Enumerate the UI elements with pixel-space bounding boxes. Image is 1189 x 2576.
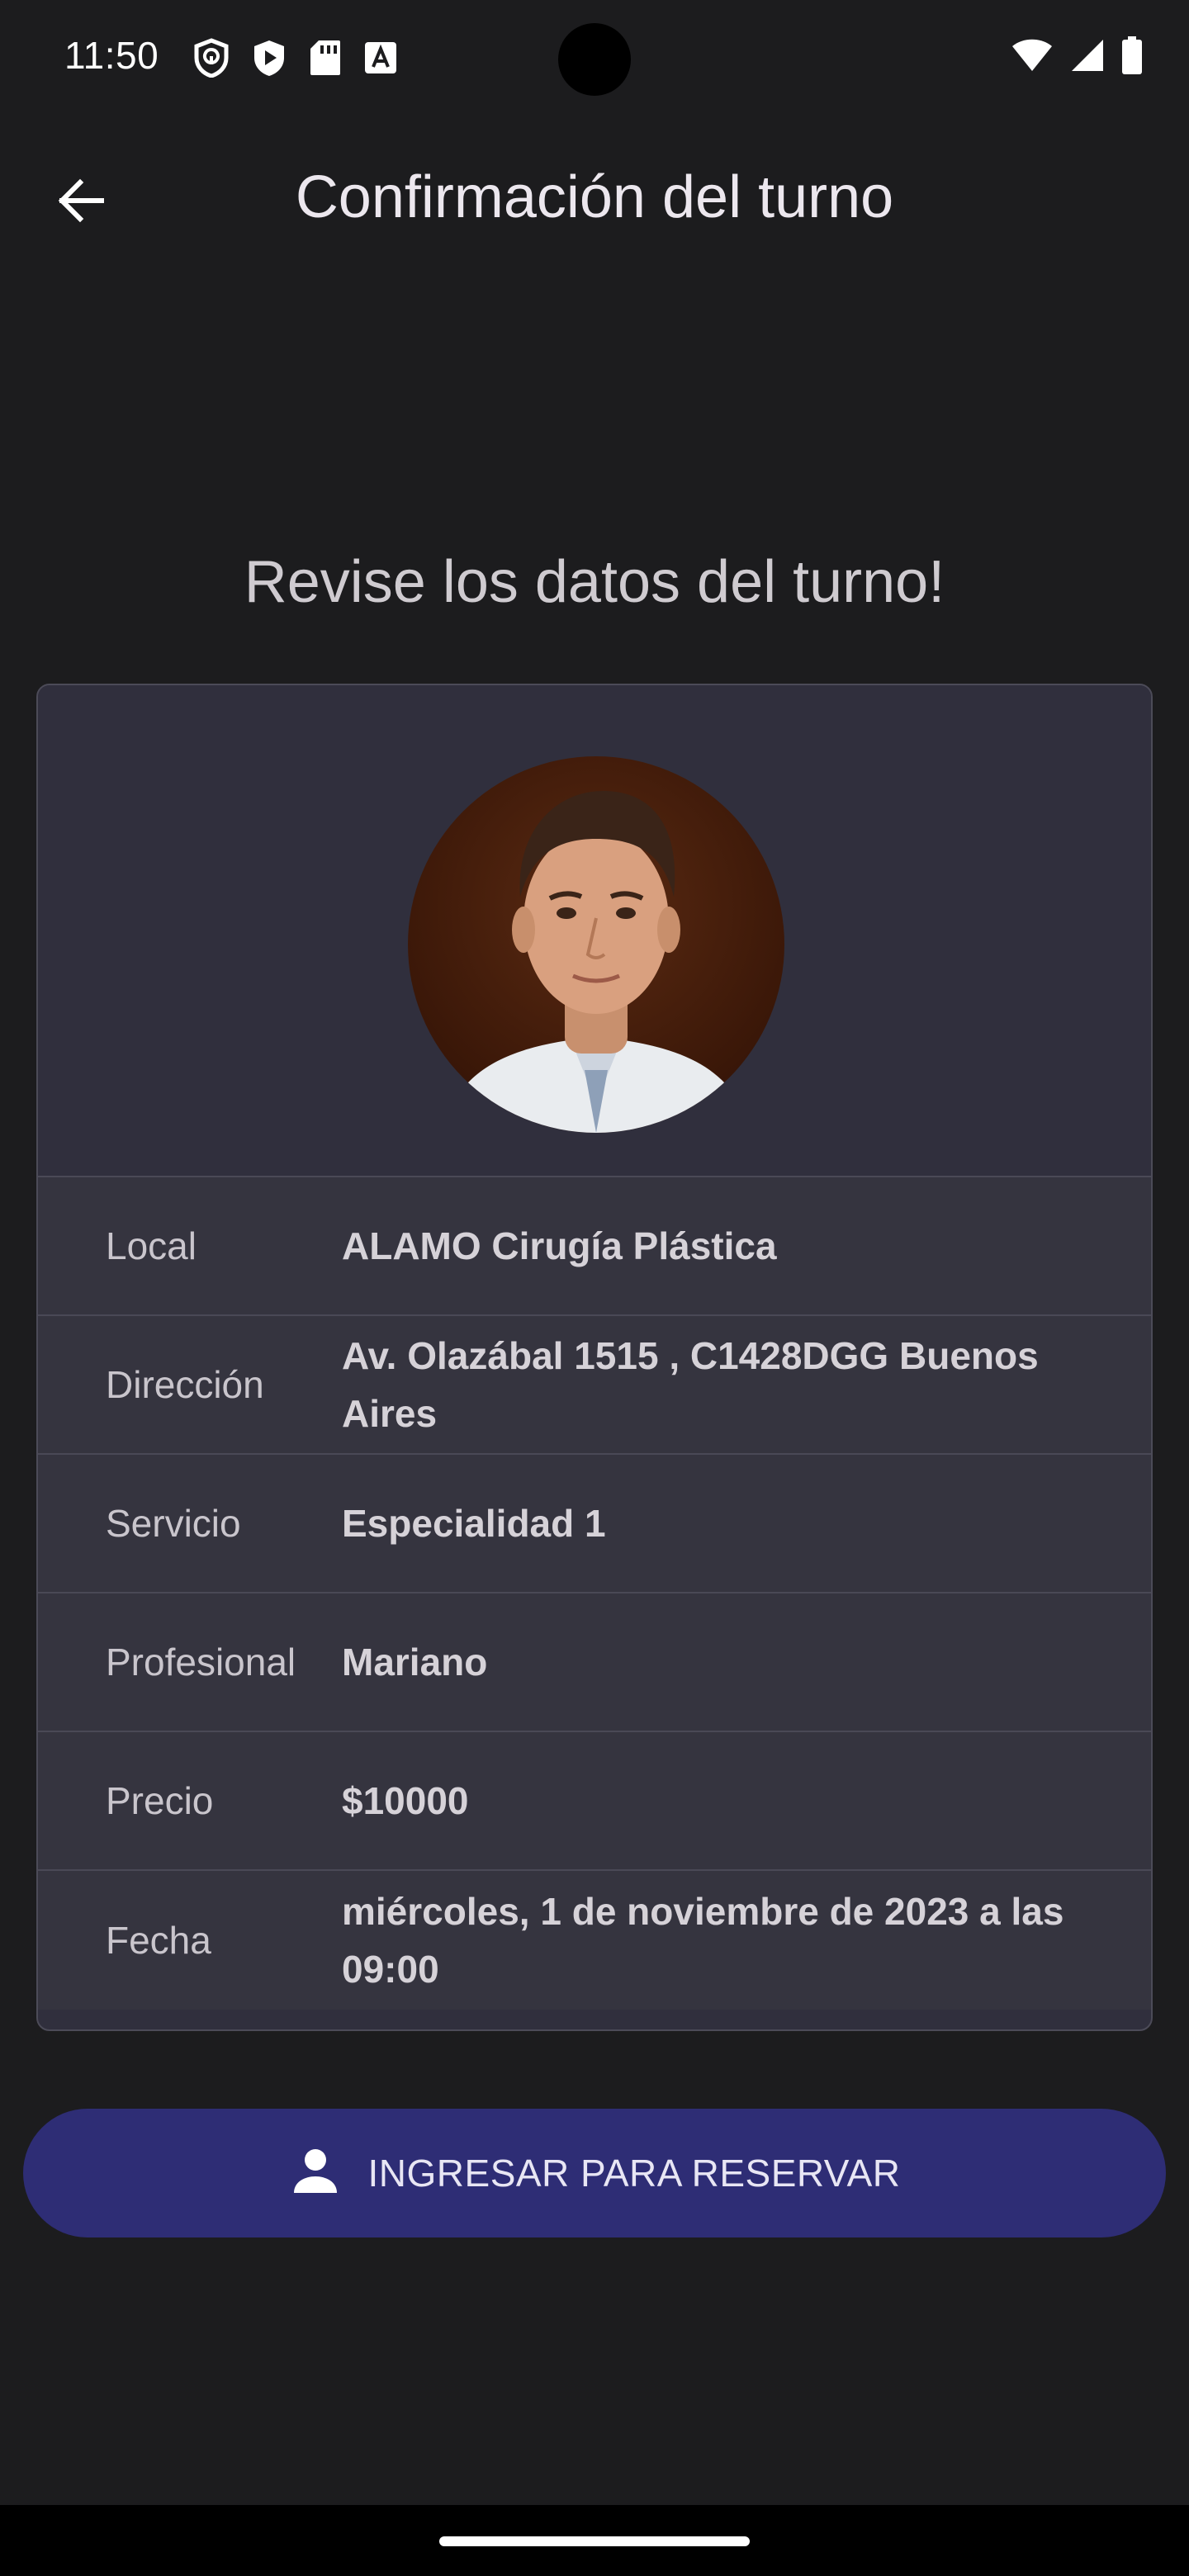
wifi-icon xyxy=(1011,38,1054,73)
row-value: Av. Olazábal 1515 , C1428DGG Buenos Aire… xyxy=(342,1334,1039,1435)
professional-avatar xyxy=(408,756,784,1133)
detail-row-direccion: Dirección Av. Olazábal 1515 , C1428DGG B… xyxy=(38,1316,1151,1455)
card-photo-area xyxy=(38,685,1151,1177)
vpn-shield-icon xyxy=(193,38,230,78)
page-title: Confirmación del turno xyxy=(295,164,894,230)
login-to-book-button[interactable]: INGRESAR PARA RESERVAR xyxy=(23,2109,1166,2237)
cellular-signal-icon xyxy=(1070,38,1105,73)
camera-cutout xyxy=(558,23,631,96)
row-value: Especialidad 1 xyxy=(342,1502,606,1545)
battery-icon xyxy=(1121,36,1143,74)
sd-card-icon xyxy=(309,39,342,77)
row-label: Precio xyxy=(106,1779,214,1822)
system-nav-bar xyxy=(0,2505,1189,2576)
detail-row-local: Local ALAMO Cirugía Plástica xyxy=(38,1177,1151,1316)
review-heading: Revise los datos del turno! xyxy=(244,549,945,615)
row-label: Fecha xyxy=(106,1919,211,1962)
login-to-book-label: INGRESAR PARA RESERVAR xyxy=(367,2152,901,2195)
row-value: miércoles, 1 de noviembre de 2023 a las … xyxy=(342,1890,1064,1991)
gesture-handle[interactable] xyxy=(439,2536,750,2546)
row-value: ALAMO Cirugía Plástica xyxy=(342,1224,777,1267)
row-label: Profesional xyxy=(106,1641,296,1683)
row-label: Local xyxy=(106,1224,197,1267)
row-value: $10000 xyxy=(342,1779,469,1822)
detail-row-fecha: Fecha miércoles, 1 de noviembre de 2023 … xyxy=(38,1871,1151,2010)
appointment-card: Local ALAMO Cirugía Plástica Dirección A… xyxy=(36,684,1153,2031)
status-time: 11:50 xyxy=(64,34,159,77)
app-bar: Confirmación del turno xyxy=(0,140,1189,256)
status-icons-right xyxy=(1011,36,1143,74)
font-a-icon xyxy=(363,40,398,75)
detail-row-precio: Precio $10000 xyxy=(38,1732,1151,1871)
row-label: Servicio xyxy=(106,1502,241,1545)
detail-row-profesional: Profesional Mariano xyxy=(38,1593,1151,1732)
status-bar: 11:50 xyxy=(0,0,1189,116)
status-icons-left xyxy=(193,38,398,78)
row-value: Mariano xyxy=(342,1641,488,1683)
play-protect-icon xyxy=(251,38,287,78)
row-label: Dirección xyxy=(106,1363,264,1406)
person-icon xyxy=(289,2145,342,2202)
detail-row-servicio: Servicio Especialidad 1 xyxy=(38,1455,1151,1593)
